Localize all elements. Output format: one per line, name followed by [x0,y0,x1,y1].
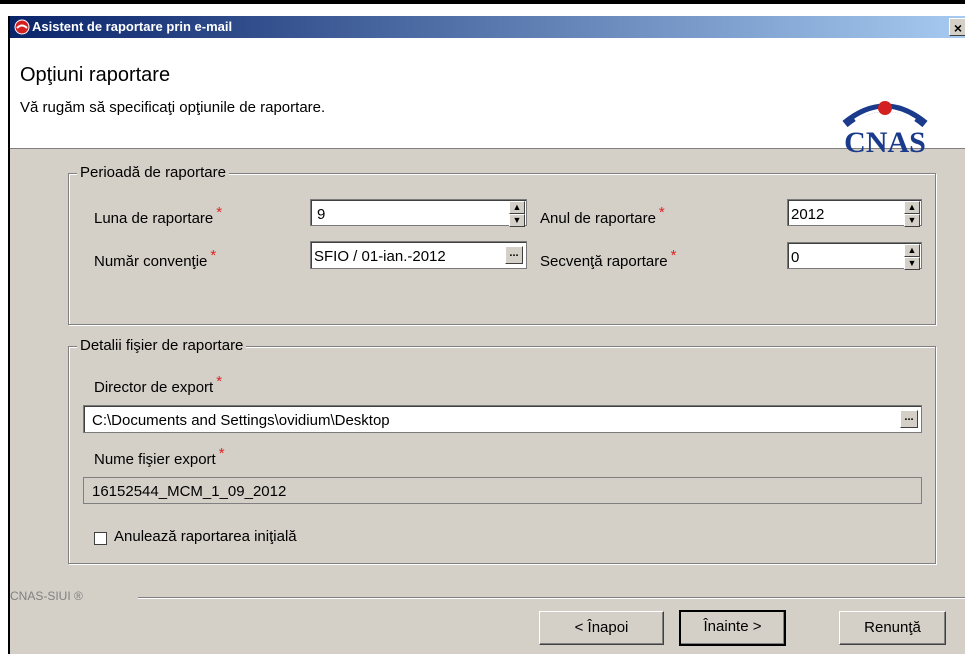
conventie-label: Număr convenţie * [94,247,216,270]
logo-text: CNAS [844,126,926,156]
top-strip [0,0,965,16]
back-button[interactable]: < Înapoi [539,611,664,645]
browse-conventie-icon[interactable]: ... [505,246,523,264]
nume-value: 16152544_MCM_1_09_2012 [92,483,287,500]
director-label: Director de export * [94,373,222,396]
luna-label: Luna de raportare * [94,204,222,227]
anul-label: Anul de raportare * [540,204,665,227]
secventa-spinner[interactable]: 0 ▲ ▼ [787,242,922,270]
fisier-legend: Detalii fişier de raportare [77,337,247,354]
nume-label: Nume fişier export * [94,445,225,468]
perioada-legend: Perioadă de raportare [77,164,229,181]
anuleaza-checkbox[interactable] [94,532,107,545]
anul-spin: ▲ ▼ [904,201,920,227]
spin-up-icon[interactable]: ▲ [904,201,920,214]
anul-label-text: Anul de raportare [540,210,656,227]
page-subtitle: Vă rugăm să specificaţi opţiunile de rap… [20,99,326,116]
luna-value: 9 [317,206,326,223]
title-bar: Asistent de raportare prin e-mail × [10,16,965,38]
required-mark: * [216,373,223,390]
conventie-field[interactable]: SFIO / 01-ian.-2012 ... [310,241,527,269]
cnas-logo: CNAS [842,101,928,156]
next-button[interactable]: Înainte > [679,610,786,646]
secventa-label-text: Secvenţă raportare [540,253,668,270]
secventa-value: 0 [791,249,800,266]
required-mark: * [658,204,665,221]
luna-label-text: Luna de raportare [94,210,214,227]
director-label-text: Director de export [94,379,214,396]
brand-label: CNAS-SIUI ® [10,589,83,603]
cancel-button[interactable]: Renunţă [839,611,946,645]
spin-down-icon[interactable]: ▼ [509,214,525,227]
page-title: Opţiuni raportare [20,64,171,86]
required-mark: * [216,204,223,221]
anul-value: 2012 [791,206,825,223]
nume-field: 16152544_MCM_1_09_2012 [83,477,922,504]
browse-folder-icon[interactable]: ... [900,410,918,428]
luna-spin: ▲ ▼ [509,201,525,227]
close-button[interactable]: × [949,18,965,36]
spin-down-icon[interactable]: ▼ [904,257,920,270]
secventa-label: Secvenţă raportare * [540,247,676,270]
window-title: Asistent de raportare prin e-mail [32,19,233,34]
luna-spinner[interactable]: 9 ▲ ▼ [310,199,527,227]
footer-divider [138,597,965,599]
spin-down-icon[interactable]: ▼ [904,214,920,227]
wizard-header: Opţiuni raportare Vă rugăm să specificaţ… [10,38,965,156]
anul-spinner[interactable]: 2012 ▲ ▼ [787,199,922,227]
conventie-label-text: Număr convenţie [94,253,208,270]
nume-label-text: Nume fişier export [94,451,216,468]
spin-up-icon[interactable]: ▲ [904,244,920,257]
anuleaza-label[interactable]: Anulează raportarea iniţială [114,528,297,545]
required-mark: * [218,445,225,462]
conventie-value: SFIO / 01-ian.-2012 [314,248,446,265]
app-icon [14,19,30,35]
spin-up-icon[interactable]: ▲ [509,201,525,214]
director-field[interactable]: C:\Documents and Settings\ovidium\Deskto… [83,405,922,433]
wizard-window: Asistent de raportare prin e-mail × Opţi… [8,16,965,654]
secventa-spin: ▲ ▼ [904,244,920,270]
director-value: C:\Documents and Settings\ovidium\Deskto… [92,412,390,429]
required-mark: * [210,247,217,264]
required-mark: * [670,247,677,264]
